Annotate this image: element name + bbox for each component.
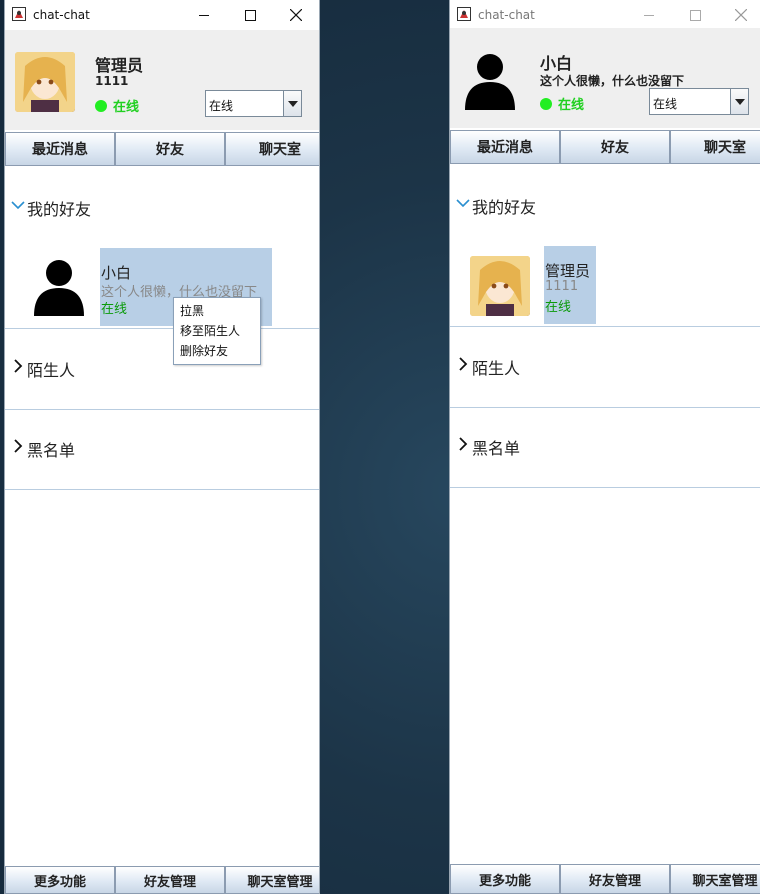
more-functions-button[interactable]: 更多功能 bbox=[5, 866, 115, 894]
group-blacklist[interactable]: 黑名单 bbox=[450, 407, 760, 488]
bottom-toolbar: 更多功能 好友管理 聊天室管理 bbox=[5, 866, 319, 894]
status-select-value: 在线 bbox=[209, 99, 234, 113]
tab-friends[interactable]: 好友 bbox=[115, 132, 225, 166]
friend-list-item[interactable]: 管理员 1111 在线 bbox=[450, 244, 750, 324]
friend-name: 小白 bbox=[101, 264, 132, 282]
chevron-right-icon bbox=[14, 359, 23, 373]
group-label: 陌生人 bbox=[472, 359, 521, 378]
window-title: chat-chat bbox=[33, 8, 90, 22]
group-label: 我的好友 bbox=[27, 200, 92, 219]
dropdown-arrow-icon[interactable] bbox=[730, 89, 748, 114]
chevron-right-icon bbox=[459, 437, 468, 451]
window-title: chat-chat bbox=[478, 8, 535, 22]
group-label: 黑名单 bbox=[472, 439, 521, 458]
java-app-icon bbox=[457, 7, 471, 21]
close-icon bbox=[290, 9, 302, 21]
menu-item-delete-friend[interactable]: 删除好友 bbox=[174, 341, 260, 361]
minimize-icon bbox=[199, 14, 209, 16]
group-strangers[interactable]: 陌生人 bbox=[450, 327, 760, 408]
minimize-button[interactable] bbox=[626, 0, 672, 30]
chevron-down-icon bbox=[11, 201, 25, 210]
chatroom-management-button[interactable]: 聊天室管理 bbox=[670, 864, 760, 894]
user-signature: 这个人很懒，什么也没留下 bbox=[540, 74, 685, 88]
chat-window-admin: chat-chat 管理员 1111 在线 在线 最近消息 好友 聊天室 我的好… bbox=[4, 0, 320, 894]
title-bar[interactable]: chat-chat bbox=[450, 0, 760, 30]
friend-avatar bbox=[470, 256, 530, 316]
minimize-button[interactable] bbox=[181, 0, 227, 30]
menu-item-block[interactable]: 拉黑 bbox=[174, 301, 260, 321]
status-indicator: 在线 bbox=[540, 94, 584, 113]
tab-recent-messages[interactable]: 最近消息 bbox=[5, 132, 115, 166]
profile-header: 小白 这个人很懒，什么也没留下 在线 在线 bbox=[450, 28, 760, 128]
tab-friends[interactable]: 好友 bbox=[560, 130, 670, 164]
java-app-icon bbox=[12, 7, 26, 21]
avatar[interactable] bbox=[15, 52, 75, 112]
maximize-icon bbox=[244, 9, 256, 21]
friend-management-button[interactable]: 好友管理 bbox=[560, 864, 670, 894]
online-dot-icon bbox=[540, 97, 552, 110]
tab-recent-messages[interactable]: 最近消息 bbox=[450, 130, 560, 164]
chevron-down-icon bbox=[456, 199, 470, 208]
profile-header: 管理员 1111 在线 在线 bbox=[5, 30, 319, 130]
group-my-friends[interactable]: 我的好友 小白 这个人很懒，什么也没留下 在线 bbox=[5, 168, 319, 329]
chevron-right-icon bbox=[459, 357, 468, 371]
chevron-right-icon bbox=[14, 439, 23, 453]
group-label: 我的好友 bbox=[472, 198, 537, 217]
more-functions-button[interactable]: 更多功能 bbox=[450, 864, 560, 894]
friend-management-button[interactable]: 好友管理 bbox=[115, 866, 225, 894]
friend-status: 在线 bbox=[545, 300, 572, 315]
maximize-icon bbox=[689, 9, 701, 21]
close-button[interactable] bbox=[718, 0, 760, 30]
anime-avatar-image bbox=[470, 256, 530, 316]
tab-chatroom[interactable]: 聊天室 bbox=[670, 130, 760, 164]
group-label: 黑名单 bbox=[27, 441, 76, 460]
group-blacklist[interactable]: 黑名单 bbox=[5, 409, 319, 490]
friend-signature: 1111 bbox=[545, 279, 579, 294]
status-select-value: 在线 bbox=[653, 97, 678, 111]
chat-window-xiaobai: chat-chat 小白 这个人很懒，什么也没留下 在线 在线 最近消息 好友 … bbox=[449, 0, 760, 894]
bottom-toolbar: 更多功能 好友管理 聊天室管理 bbox=[450, 864, 760, 894]
status-text: 在线 bbox=[558, 98, 585, 113]
person-avatar-icon bbox=[34, 260, 84, 316]
status-text: 在线 bbox=[113, 100, 140, 115]
close-icon bbox=[735, 9, 747, 21]
friend-context-menu: 拉黑 移至陌生人 删除好友 bbox=[173, 297, 261, 365]
user-id: 1111 bbox=[95, 74, 129, 88]
dropdown-arrow-icon[interactable] bbox=[283, 91, 301, 116]
status-select[interactable]: 在线 bbox=[649, 88, 749, 115]
status-select[interactable]: 在线 bbox=[205, 90, 302, 117]
menu-item-move-to-strangers[interactable]: 移至陌生人 bbox=[174, 321, 260, 341]
friend-status: 在线 bbox=[101, 302, 128, 317]
chatroom-management-button[interactable]: 聊天室管理 bbox=[225, 866, 319, 894]
maximize-button[interactable] bbox=[672, 0, 718, 30]
close-button[interactable] bbox=[273, 0, 319, 30]
tab-bar: 最近消息 好友 聊天室 bbox=[5, 132, 319, 166]
tab-bar: 最近消息 好友 聊天室 bbox=[450, 130, 760, 164]
person-avatar-icon[interactable] bbox=[460, 50, 520, 110]
group-my-friends[interactable]: 我的好友 管理员 1111 在线 bbox=[450, 166, 760, 327]
tab-chatroom[interactable]: 聊天室 bbox=[225, 132, 319, 166]
user-name: 管理员 bbox=[95, 56, 144, 75]
user-name: 小白 bbox=[540, 54, 573, 73]
title-bar[interactable]: chat-chat bbox=[5, 0, 319, 30]
status-indicator: 在线 bbox=[95, 96, 139, 115]
friend-name: 管理员 bbox=[545, 262, 591, 280]
maximize-button[interactable] bbox=[227, 0, 273, 30]
group-strangers[interactable]: 陌生人 bbox=[5, 329, 319, 410]
minimize-icon bbox=[644, 14, 654, 16]
group-label: 陌生人 bbox=[27, 361, 76, 380]
online-dot-icon bbox=[95, 99, 107, 112]
anime-avatar-image bbox=[15, 52, 75, 112]
